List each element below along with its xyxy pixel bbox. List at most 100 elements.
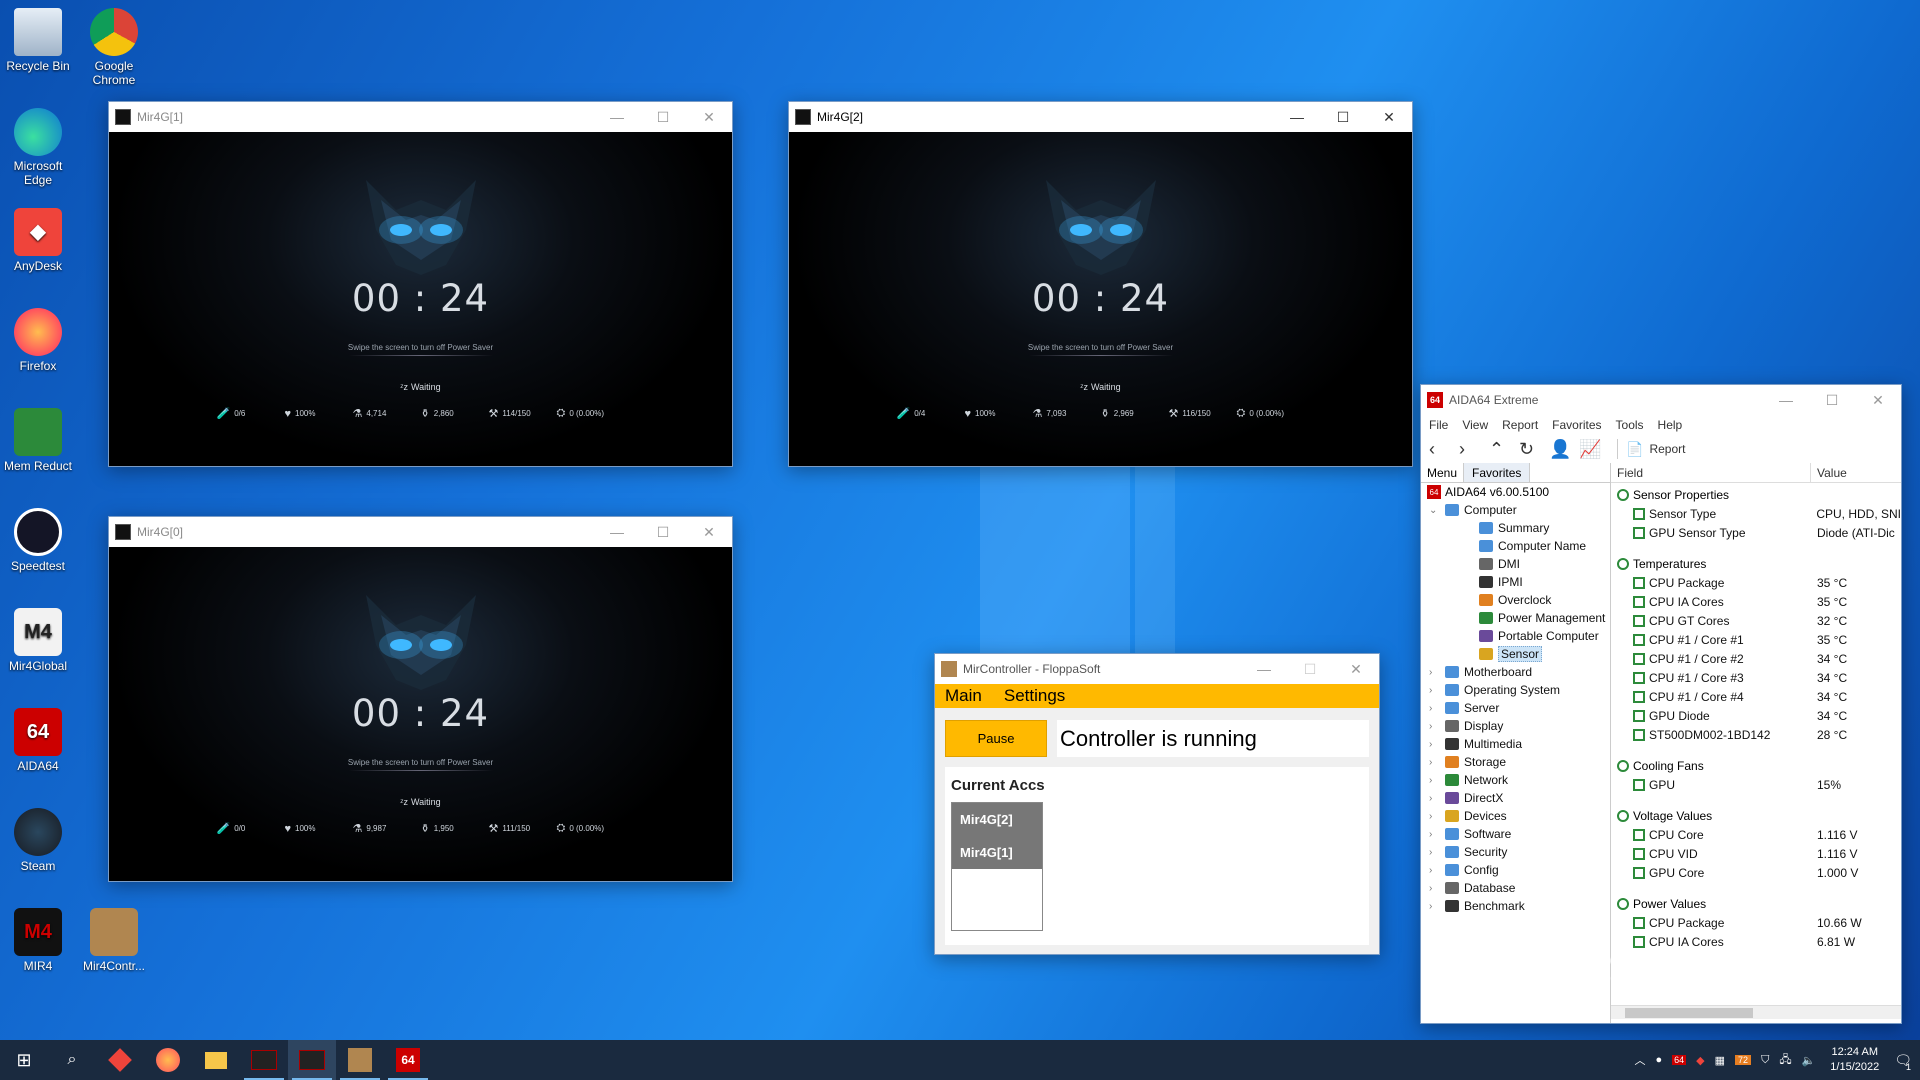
maximize-button[interactable]: ☐	[1320, 102, 1366, 132]
aida64-tray-icon[interactable]: 64	[1672, 1055, 1687, 1065]
desktop-icon[interactable]: Google Chrome	[76, 8, 152, 87]
sensor-row[interactable]: CPU GT Cores 32 °C	[1611, 611, 1901, 630]
anydesk-tray-icon[interactable]: ◆	[1696, 1054, 1704, 1067]
desktop-icon[interactable]: Mir4Contr...	[76, 908, 152, 973]
menu-item[interactable]: File	[1429, 418, 1448, 432]
sensor-row[interactable]: CPU #1 / Core #1 35 °C	[1611, 630, 1901, 649]
chevron-right-icon[interactable]: ›	[1429, 883, 1441, 894]
aida64-icon[interactable]: 64	[384, 1040, 432, 1080]
tree-item[interactable]: Sensor	[1421, 645, 1610, 663]
title-bar[interactable]: Mir4G[1] — ☐ ✕	[109, 102, 732, 132]
tree-item[interactable]: › Config	[1421, 861, 1610, 879]
col-field[interactable]: Field	[1611, 463, 1811, 482]
steam-tray-icon[interactable]: ●	[1656, 1054, 1663, 1066]
chevron-right-icon[interactable]: ›	[1429, 793, 1441, 804]
file-explorer-icon[interactable]	[192, 1040, 240, 1080]
desktop-icon[interactable]: M4 MIR4	[0, 908, 76, 973]
sensor-row[interactable]: GPU Core 1.000 V	[1611, 863, 1901, 882]
refresh-icon[interactable]: ↻	[1519, 439, 1549, 460]
report-button[interactable]: Report	[1649, 442, 1685, 456]
floppa-icon[interactable]	[336, 1040, 384, 1080]
tree-item[interactable]: › Software	[1421, 825, 1610, 843]
title-bar[interactable]: 64 AIDA64 Extreme — ☐ ✕	[1421, 385, 1901, 415]
tree-item[interactable]: › Display	[1421, 717, 1610, 735]
clock[interactable]: 12:24 AM 1/15/2022	[1830, 1045, 1879, 1075]
sensor-row[interactable]: CPU #1 / Core #4 34 °C	[1611, 687, 1901, 706]
col-value[interactable]: Value	[1811, 463, 1853, 482]
notification-icon[interactable]: 🗨 1	[1894, 1052, 1912, 1072]
minimize-button[interactable]: —	[1241, 654, 1287, 684]
desktop-icon[interactable]: Microsoft Edge	[0, 108, 76, 187]
horizontal-scrollbar[interactable]	[1611, 1005, 1901, 1019]
game-window-1[interactable]: Mir4G[1] — ☐ ✕ 00 : 24 Swipe the screen t…	[108, 101, 733, 467]
sensor-row[interactable]: CPU Core 1.116 V	[1611, 825, 1901, 844]
sensor-row[interactable]: CPU Package 10.66 W	[1611, 913, 1901, 932]
game-window-0[interactable]: Mir4G[0] — ☐ ✕ 00 : 24 Swipe the screen t…	[108, 516, 733, 882]
menu-item[interactable]: View	[1462, 418, 1488, 432]
shield-icon[interactable]: ⛉	[1761, 1054, 1769, 1067]
tree-item[interactable]: › Benchmark	[1421, 897, 1610, 915]
chevron-right-icon[interactable]: ›	[1429, 775, 1441, 786]
chevron-right-icon[interactable]: ›	[1429, 757, 1441, 768]
start-button[interactable]: ⊞	[0, 1040, 48, 1080]
acc-item[interactable]: Mir4G[2]	[952, 803, 1042, 836]
tree-item[interactable]: ⌄ Computer	[1421, 501, 1610, 519]
sensor-row[interactable]: CPU IA Cores 6.81 W	[1611, 932, 1901, 951]
firefox-icon[interactable]	[144, 1040, 192, 1080]
acc-item[interactable]: Mir4G[1]	[952, 836, 1042, 869]
sensor-row[interactable]: CPU VID 1.116 V	[1611, 844, 1901, 863]
volume-icon[interactable]: 🔈	[1802, 1054, 1816, 1067]
sensor-row[interactable]: GPU Sensor Type Diode (ATI-Dic	[1611, 523, 1901, 542]
title-bar[interactable]: Mir4G[0] — ☐ ✕	[109, 517, 732, 547]
tree-item[interactable]: › Operating System	[1421, 681, 1610, 699]
desktop-icon[interactable]: Steam	[0, 808, 76, 873]
desktop-icon[interactable]: ◆ AnyDesk	[0, 208, 76, 273]
close-button[interactable]: ✕	[686, 102, 732, 132]
title-bar[interactable]: MirController - FloppaSoft — ☐ ✕	[935, 654, 1379, 684]
mircontroller-window[interactable]: MirController - FloppaSoft — ☐ ✕ Main Se…	[934, 653, 1380, 955]
menu-item[interactable]: Report	[1502, 418, 1538, 432]
tree-item[interactable]: IPMI	[1421, 573, 1610, 591]
desktop-icon[interactable]: Mem Reduct	[0, 408, 76, 473]
tree-item[interactable]: Summary	[1421, 519, 1610, 537]
menu-settings[interactable]: Settings	[1004, 686, 1065, 706]
pause-button[interactable]: Pause	[945, 720, 1047, 757]
mir4-icon[interactable]	[288, 1040, 336, 1080]
tree-root[interactable]: 64 AIDA64 v6.00.5100	[1421, 483, 1610, 501]
back-icon[interactable]: ‹	[1429, 439, 1459, 460]
tree-item[interactable]: › Network	[1421, 771, 1610, 789]
chevron-right-icon[interactable]: ›	[1429, 685, 1441, 696]
chevron-down-icon[interactable]: ⌄	[1429, 505, 1441, 516]
tab-favorites[interactable]: Favorites	[1463, 463, 1531, 482]
mir4-icon[interactable]	[240, 1040, 288, 1080]
close-button[interactable]: ✕	[686, 517, 732, 547]
chevron-right-icon[interactable]: ›	[1429, 739, 1441, 750]
sensor-row[interactable]: Sensor Type CPU, HDD, SNI	[1611, 504, 1901, 523]
chevron-right-icon[interactable]: ›	[1429, 865, 1441, 876]
chevron-right-icon[interactable]: ›	[1429, 703, 1441, 714]
tree-item[interactable]: DMI	[1421, 555, 1610, 573]
chart-icon[interactable]: 📈	[1579, 439, 1609, 460]
tree-item[interactable]: › Server	[1421, 699, 1610, 717]
tree-item[interactable]: Portable Computer	[1421, 627, 1610, 645]
menu-item[interactable]: Favorites	[1552, 418, 1601, 432]
menu-main[interactable]: Main	[945, 686, 982, 706]
sensor-row[interactable]: CPU IA Cores 35 °C	[1611, 592, 1901, 611]
game-screen[interactable]: 00 : 24 Swipe the screen to turn off Powe…	[109, 547, 732, 881]
anydesk-icon[interactable]	[96, 1040, 144, 1080]
tree-item[interactable]: › Storage	[1421, 753, 1610, 771]
tree-item[interactable]: › Motherboard	[1421, 663, 1610, 681]
minimize-button[interactable]: —	[594, 517, 640, 547]
chevron-right-icon[interactable]: ›	[1429, 811, 1441, 822]
sensor-row[interactable]: CPU Package 35 °C	[1611, 573, 1901, 592]
tree-item[interactable]: › Database	[1421, 879, 1610, 897]
desktop-icon[interactable]: 64 AIDA64	[0, 708, 76, 773]
desktop-icon[interactable]: Speedtest	[0, 508, 76, 573]
maximize-button[interactable]: ☐	[1809, 385, 1855, 415]
forward-icon[interactable]: ›	[1459, 439, 1489, 460]
tree-item[interactable]: Power Management	[1421, 609, 1610, 627]
close-button[interactable]: ✕	[1366, 102, 1412, 132]
game-screen[interactable]: 00 : 24 Swipe the screen to turn off Powe…	[109, 132, 732, 466]
game-window-2[interactable]: Mir4G[2] — ☐ ✕ 00 : 24 Swipe the screen t…	[788, 101, 1413, 467]
chevron-right-icon[interactable]: ›	[1429, 901, 1441, 912]
